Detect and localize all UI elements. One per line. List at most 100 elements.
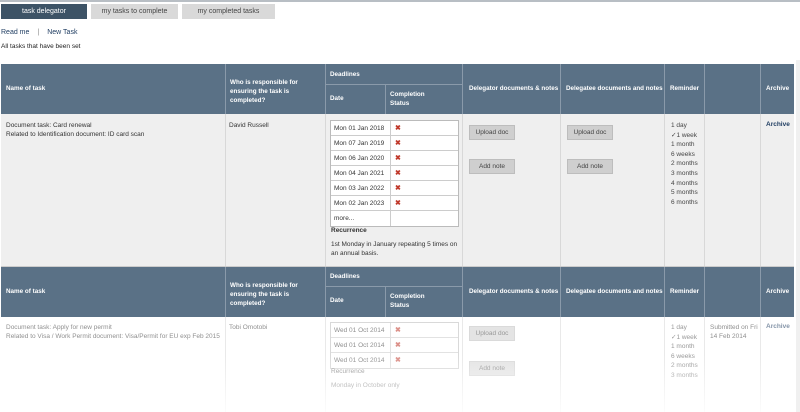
responsible-person: David Russell bbox=[229, 122, 269, 129]
delegatee-upload-doc-button[interactable]: Upload doc bbox=[567, 125, 613, 140]
incomplete-x-icon: ✖ bbox=[395, 200, 401, 207]
reminder-option[interactable]: 3 months bbox=[671, 169, 703, 179]
incomplete-x-icon: ✖ bbox=[395, 155, 401, 162]
reminder-option[interactable]: 1 day bbox=[671, 121, 703, 131]
tab-task-delegator[interactable]: task delegator bbox=[1, 4, 87, 19]
top-links: Read me | New Task bbox=[1, 29, 77, 36]
reminder-option[interactable]: 6 months bbox=[671, 198, 703, 208]
deadline-date: Mon 06 Jan 2020 bbox=[334, 155, 385, 162]
deadline-row: Wed 01 Oct 2014 ✖ bbox=[331, 338, 458, 353]
page-subtitle: All tasks that have been set bbox=[1, 43, 81, 50]
deadline-date: Mon 03 Jan 2022 bbox=[334, 185, 385, 192]
new-task-link[interactable]: New Task bbox=[47, 29, 77, 36]
header-deadlines: Deadlines bbox=[330, 273, 360, 280]
header-delegatee-docs: Delegatee documents and notes bbox=[566, 85, 663, 92]
header-reminder: Reminder bbox=[670, 85, 700, 92]
reminder-option[interactable]: 1 month bbox=[671, 342, 703, 352]
deadline-table: Mon 01 Jan 2018 ✖ Mon 07 Jan 2019 ✖ Mon 06… bbox=[330, 120, 459, 227]
deadline-row: more... bbox=[331, 211, 458, 226]
deadline-date: Mon 07 Jan 2019 bbox=[334, 140, 385, 147]
upload-doc-button[interactable]: Upload doc bbox=[469, 326, 515, 341]
deadline-date: Mon 02 Jan 2023 bbox=[334, 200, 385, 207]
reminder-options: 1 day ✓1 week 1 month 6 weeks 2 months 3… bbox=[671, 121, 703, 207]
task-related: Related to Identification document: ID c… bbox=[6, 131, 145, 138]
task-name: Document task: Apply for new permit bbox=[6, 324, 112, 331]
archive-link[interactable]: Archive bbox=[766, 323, 790, 330]
deadline-row: Mon 06 Jan 2020 ✖ bbox=[331, 151, 458, 166]
header-date: Date bbox=[330, 95, 344, 102]
tab-my-completed-tasks[interactable]: my completed tasks bbox=[182, 4, 275, 19]
reminder-option[interactable]: 3 months bbox=[671, 371, 703, 381]
reminder-option[interactable]: 4 months bbox=[671, 179, 703, 189]
reminder-option[interactable]: 2 months bbox=[671, 159, 703, 169]
archive-link[interactable]: Archive bbox=[766, 121, 790, 128]
header-reminder: Reminder bbox=[670, 288, 700, 295]
deadline-row: Mon 04 Jan 2021 ✖ bbox=[331, 166, 458, 181]
deadline-date: Mon 04 Jan 2021 bbox=[334, 170, 385, 177]
deadline-row: Mon 07 Jan 2019 ✖ bbox=[331, 136, 458, 151]
deadline-row: Wed 01 Oct 2014 ✖ bbox=[331, 323, 458, 338]
reminder-options: 1 day ✓1 week 1 month 6 weeks 2 months 3… bbox=[671, 323, 703, 381]
header-responsible: Who is responsible for ensuring the task… bbox=[230, 79, 298, 104]
deadline-date: Wed 01 Oct 2014 bbox=[334, 342, 385, 349]
recurrence-label: Recurrence bbox=[331, 227, 367, 234]
incomplete-x-icon: ✖ bbox=[395, 342, 401, 349]
table-header: Name of task Who is responsible for ensu… bbox=[1, 267, 794, 317]
reminder-option[interactable]: 1 day bbox=[671, 323, 703, 333]
tab-bar: task delegator my tasks to complete my c… bbox=[1, 4, 279, 19]
deadline-row: Mon 03 Jan 2022 ✖ bbox=[331, 181, 458, 196]
header-deadlines: Deadlines bbox=[330, 71, 360, 78]
tab-my-tasks-to-complete[interactable]: my tasks to complete bbox=[91, 4, 178, 19]
top-border bbox=[0, 0, 800, 2]
deadline-row: Mon 01 Jan 2018 ✖ bbox=[331, 121, 458, 136]
header-delegator-docs: Delegator documents & notes bbox=[469, 288, 559, 295]
reminder-option[interactable]: 2 months bbox=[671, 361, 703, 371]
reminder-option[interactable]: 6 weeks bbox=[671, 352, 703, 362]
reminder-option-selected[interactable]: ✓1 week bbox=[671, 131, 703, 141]
task-name: Document task: Card renewal bbox=[6, 122, 92, 129]
incomplete-x-icon: ✖ bbox=[395, 327, 401, 334]
reminder-option[interactable]: 6 weeks bbox=[671, 150, 703, 160]
header-name: Name of task bbox=[6, 288, 46, 295]
table-header: Name of task Who is responsible for ensu… bbox=[1, 64, 794, 114]
header-delegatee-docs: Delegatee documents and notes bbox=[566, 288, 663, 295]
incomplete-x-icon: ✖ bbox=[395, 140, 401, 147]
table-row: Document task: Apply for new permit Rela… bbox=[1, 317, 794, 412]
task-related: Related to Visa / Work Permit document: … bbox=[6, 333, 220, 340]
header-responsible: Who is responsible for ensuring the task… bbox=[230, 282, 298, 307]
add-note-button[interactable]: Add note bbox=[469, 159, 515, 174]
header-completion-status: Completion Status bbox=[390, 91, 425, 107]
deadline-row: Wed 01 Oct 2014 ✖ bbox=[331, 353, 458, 368]
add-note-button[interactable]: Add note bbox=[469, 361, 515, 376]
table-row: Document task: Card renewal Related to I… bbox=[1, 114, 794, 267]
incomplete-x-icon: ✖ bbox=[395, 357, 401, 364]
deadline-date: Mon 01 Jan 2018 bbox=[334, 125, 385, 132]
header-date: Date bbox=[330, 297, 344, 304]
header-completion-status: Completion Status bbox=[390, 293, 425, 309]
incomplete-x-icon: ✖ bbox=[395, 125, 401, 132]
incomplete-x-icon: ✖ bbox=[395, 185, 401, 192]
responsible-person: Tobi Omotobi bbox=[229, 324, 268, 331]
reminder-option[interactable]: 5 months bbox=[671, 188, 703, 198]
scrollbar-track[interactable] bbox=[796, 60, 800, 412]
more-link[interactable]: more... bbox=[334, 215, 354, 222]
reminder-option-selected[interactable]: ✓1 week bbox=[671, 333, 703, 343]
deadline-row: Mon 02 Jan 2023 ✖ bbox=[331, 196, 458, 211]
recurrence-text: Monday in October only bbox=[331, 382, 400, 389]
delegatee-add-note-button[interactable]: Add note bbox=[567, 159, 613, 174]
read-me-link[interactable]: Read me bbox=[1, 29, 29, 36]
deadline-date: Wed 01 Oct 2014 bbox=[334, 327, 385, 334]
upload-doc-button[interactable]: Upload doc bbox=[469, 125, 515, 140]
header-archive: Archive bbox=[766, 85, 790, 92]
header-name: Name of task bbox=[6, 85, 46, 92]
recurrence-label: Recurrence bbox=[331, 368, 365, 375]
reminder-option[interactable]: 1 month bbox=[671, 140, 703, 150]
deadline-date: Wed 01 Oct 2014 bbox=[334, 357, 385, 364]
link-separator: | bbox=[37, 29, 40, 36]
recurrence-text: 1st Monday in January repeating 5 times … bbox=[331, 241, 458, 257]
deadline-table: Wed 01 Oct 2014 ✖ Wed 01 Oct 2014 ✖ Wed 01… bbox=[330, 322, 459, 369]
incomplete-x-icon: ✖ bbox=[395, 170, 401, 177]
header-delegator-docs: Delegator documents & notes bbox=[469, 85, 559, 92]
header-archive: Archive bbox=[766, 288, 790, 295]
submitted-status: Submitted on Fri 14 Feb 2014 bbox=[710, 324, 758, 340]
